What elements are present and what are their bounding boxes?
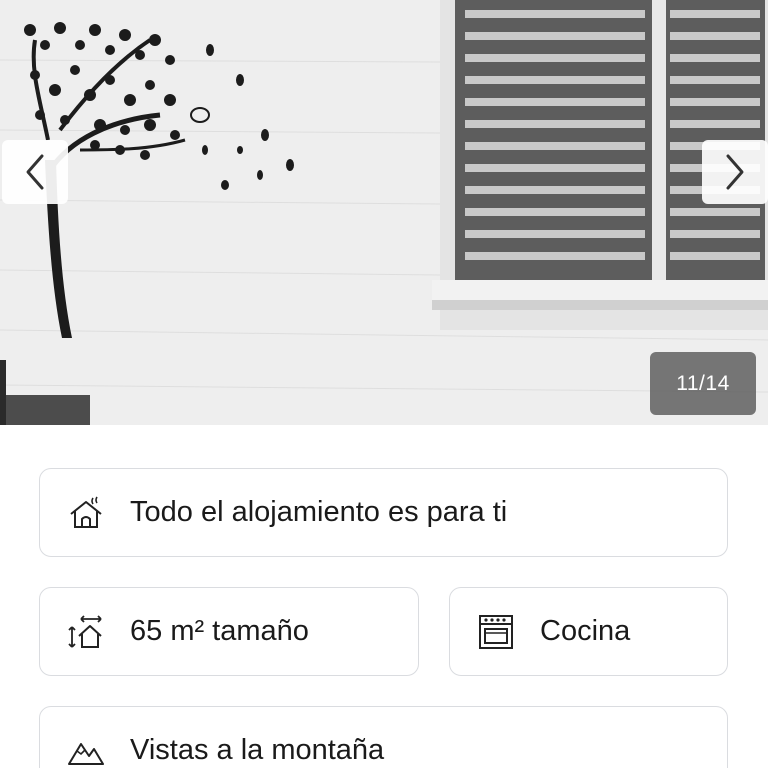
next-photo-button[interactable] [702,140,768,204]
area-size-icon [66,612,106,652]
feature-label: Cocina [540,615,631,647]
chevron-right-icon [726,154,744,190]
feature-size: 65 m² tamaño [39,587,419,676]
feature-mountain-view: Vistas a la montaña [39,706,728,768]
chevron-left-icon [26,154,44,190]
house-icon [66,493,106,533]
photo-gallery[interactable]: 11/14 [0,0,768,425]
feature-label: Vistas a la montaña [130,734,385,766]
previous-photo-button[interactable] [2,140,68,204]
mountain-icon [66,731,106,768]
feature-kitchen: Cocina [449,587,728,676]
photo-counter: 11/14 [650,352,756,415]
feature-entire-place: Todo el alojamiento es para ti [39,468,728,557]
feature-label: 65 m² tamaño [130,615,309,647]
oven-icon [476,612,516,652]
feature-label: Todo el alojamiento es para ti [130,496,508,528]
